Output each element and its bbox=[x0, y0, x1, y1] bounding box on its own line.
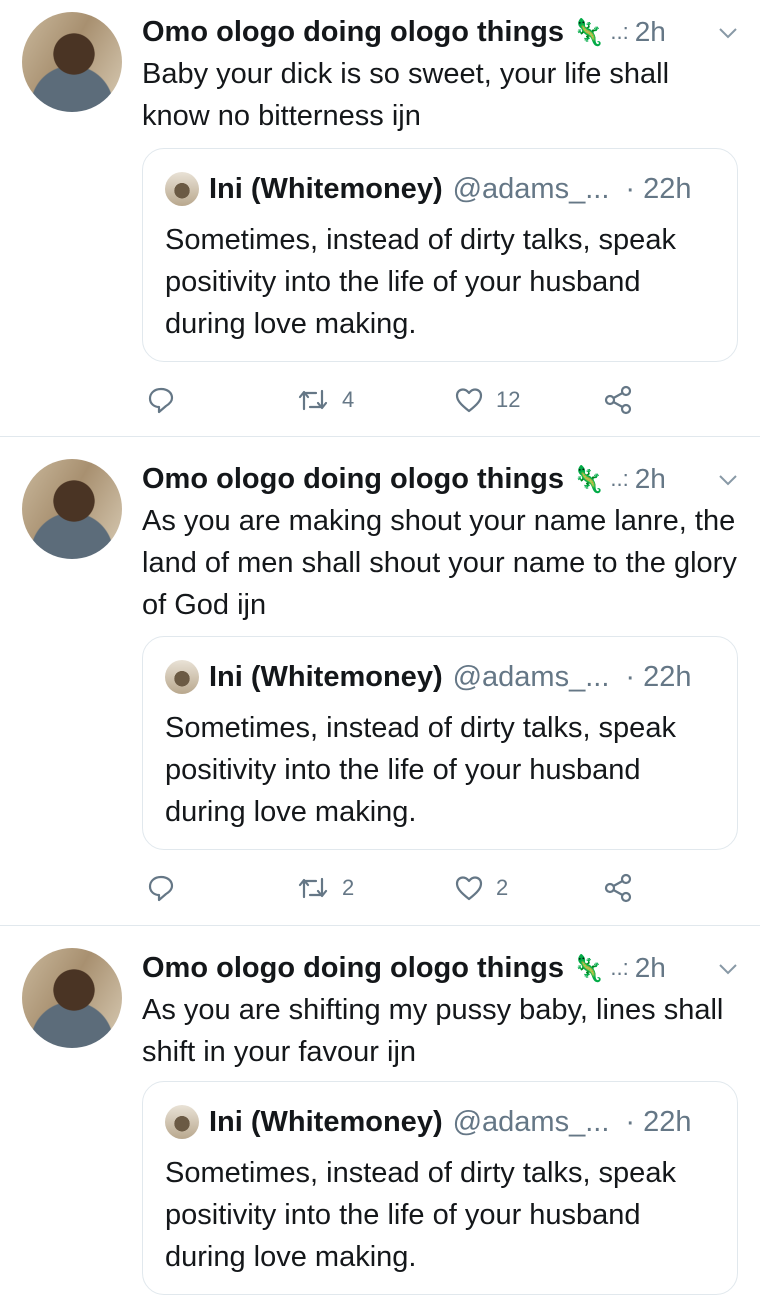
share-button[interactable] bbox=[602, 380, 634, 420]
dots-text: ..: bbox=[610, 955, 629, 980]
quoted-author-name: Ini (Whitemoney) bbox=[209, 660, 443, 693]
reply-button[interactable] bbox=[146, 868, 176, 908]
timestamp[interactable]: 2h bbox=[635, 463, 666, 495]
quoted-timestamp: · 22h bbox=[625, 172, 692, 205]
quoted-tweet[interactable]: Ini (Whitemoney) @adams_... · 22h Someti… bbox=[142, 1081, 738, 1295]
quoted-handle: @adams_... bbox=[452, 660, 610, 693]
like-button[interactable]: 2 bbox=[454, 868, 508, 908]
tweet-actions: 2 2 bbox=[142, 868, 662, 908]
tweet-header: Omo ologo doing ologo things 🦎 ..: 2h bbox=[142, 14, 738, 50]
quoted-handle: @adams_... bbox=[452, 172, 610, 205]
retweet-button[interactable]: 2 bbox=[296, 868, 354, 908]
tweet-actions: 4 12 bbox=[142, 380, 662, 420]
chevron-down-icon[interactable] bbox=[718, 19, 738, 45]
share-icon bbox=[604, 873, 632, 903]
dots-text: ..: bbox=[610, 466, 629, 491]
tweet-text: As you are making shout your name lanre,… bbox=[142, 505, 737, 621]
retweet-count: 2 bbox=[342, 875, 355, 900]
quoted-tweet[interactable]: Ini (Whitemoney) @adams_... · 22h Someti… bbox=[142, 148, 738, 362]
author-name[interactable]: Omo ologo doing ologo things bbox=[142, 952, 564, 985]
quoted-timestamp: · 22h bbox=[625, 1105, 692, 1138]
heart-icon bbox=[455, 388, 483, 413]
tweet-text: As you are shifting my pussy baby, lines… bbox=[142, 994, 724, 1068]
chevron-down-icon[interactable] bbox=[718, 955, 738, 981]
reply-button[interactable] bbox=[146, 380, 176, 420]
quoted-avatar bbox=[165, 172, 199, 206]
quoted-timestamp: · 22h bbox=[625, 660, 692, 693]
quoted-author-name: Ini (Whitemoney) bbox=[209, 1105, 443, 1138]
timestamp[interactable]: 2h bbox=[635, 16, 666, 48]
reply-icon bbox=[148, 875, 174, 902]
divider bbox=[0, 436, 760, 437]
quoted-text: Sometimes, instead of dirty talks, speak… bbox=[165, 224, 676, 340]
lizard-emoji-icon: 🦎 bbox=[572, 952, 605, 983]
avatar[interactable] bbox=[22, 459, 122, 559]
quoted-tweet-header: Ini (Whitemoney) @adams_... · 22h bbox=[165, 171, 692, 207]
quoted-tweet-header: Ini (Whitemoney) @adams_... · 22h bbox=[165, 1104, 692, 1140]
share-icon bbox=[604, 385, 632, 415]
quoted-author-name: Ini (Whitemoney) bbox=[209, 172, 443, 205]
tweet-header: Omo ologo doing ologo things 🦎 ..: 2h bbox=[142, 461, 738, 497]
share-button[interactable] bbox=[602, 868, 634, 908]
quoted-text: Sometimes, instead of dirty talks, speak… bbox=[165, 1157, 676, 1273]
quoted-tweet[interactable]: Ini (Whitemoney) @adams_... · 22h Someti… bbox=[142, 636, 738, 850]
tweet-header: Omo ologo doing ologo things 🦎 ..: 2h bbox=[142, 950, 738, 986]
reply-icon bbox=[148, 387, 174, 414]
retweet-icon bbox=[298, 877, 328, 899]
chevron-down-icon[interactable] bbox=[718, 466, 738, 492]
quoted-tweet-header: Ini (Whitemoney) @adams_... · 22h bbox=[165, 659, 692, 695]
avatar[interactable] bbox=[22, 948, 122, 1048]
quoted-text: Sometimes, instead of dirty talks, speak… bbox=[165, 712, 676, 828]
retweet-count: 4 bbox=[342, 387, 355, 412]
lizard-emoji-icon: 🦎 bbox=[572, 16, 605, 47]
tweet-text: Baby your dick is so sweet, your life sh… bbox=[142, 58, 670, 132]
avatar[interactable] bbox=[22, 12, 122, 112]
quoted-avatar bbox=[165, 660, 199, 694]
dots-text: ..: bbox=[610, 19, 629, 44]
author-name[interactable]: Omo ologo doing ologo things bbox=[142, 16, 564, 49]
retweet-button[interactable]: 4 bbox=[296, 380, 354, 420]
heart-icon bbox=[455, 876, 483, 901]
like-count: 2 bbox=[496, 875, 509, 900]
timestamp[interactable]: 2h bbox=[635, 952, 666, 984]
lizard-emoji-icon: 🦎 bbox=[572, 463, 605, 494]
retweet-icon bbox=[298, 389, 328, 411]
divider bbox=[0, 925, 760, 926]
quoted-handle: @adams_... bbox=[452, 1105, 610, 1138]
like-button[interactable]: 12 bbox=[454, 380, 520, 420]
like-count: 12 bbox=[496, 387, 521, 412]
author-name[interactable]: Omo ologo doing ologo things bbox=[142, 463, 564, 496]
quoted-avatar bbox=[165, 1105, 199, 1139]
